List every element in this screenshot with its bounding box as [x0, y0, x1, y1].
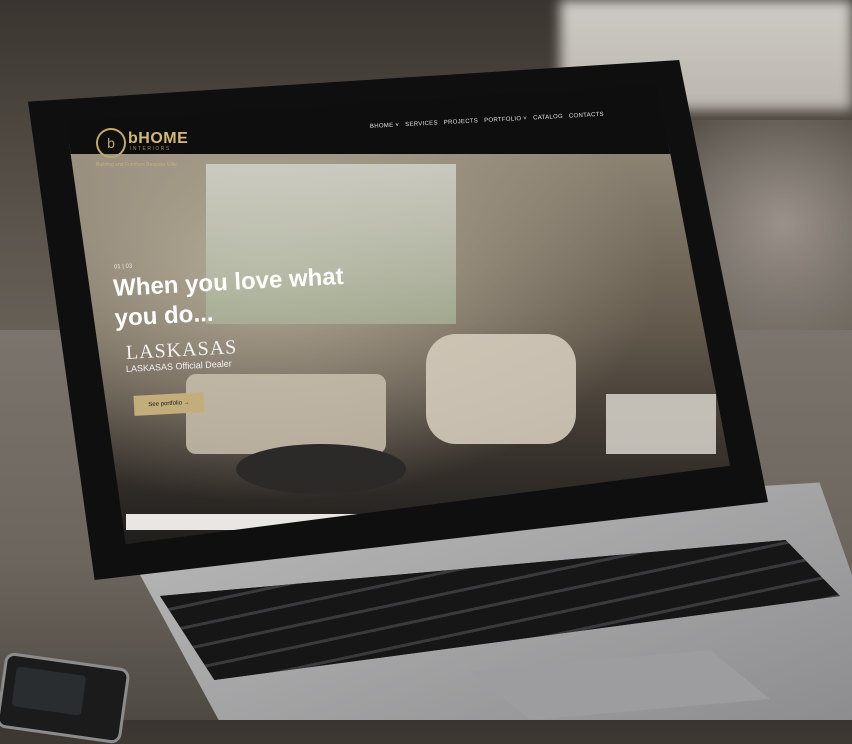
hero-lounge-chair: [426, 334, 576, 444]
see-portfolio-button[interactable]: See portfolio →: [133, 392, 205, 416]
hero-coffee-table: [236, 444, 406, 494]
logo-subtitle: INTERIORS: [130, 146, 171, 152]
laptop-screen: b bHOME INTERIORS Building and Furniture…: [66, 84, 730, 544]
logo-icon[interactable]: b: [96, 128, 126, 158]
hero-sofa: [186, 374, 386, 454]
slide-indicator: 01 | 03: [113, 263, 133, 271]
hero-cabinet: [606, 394, 716, 454]
site-tagline: Building and Furniture Bespoke Elite: [96, 162, 177, 168]
